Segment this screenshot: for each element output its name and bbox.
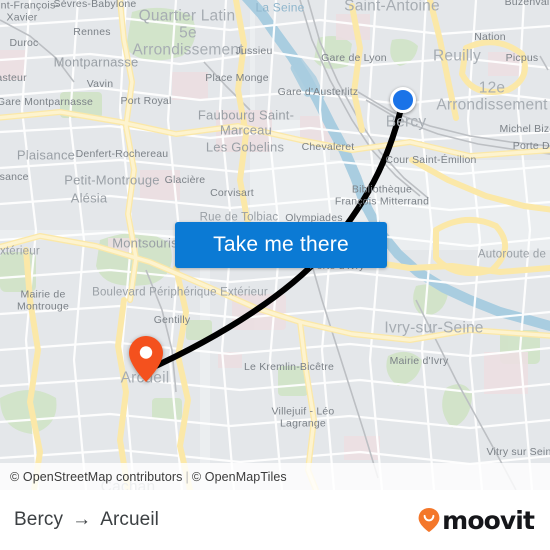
map-canvas[interactable]: Saint-François-XavierSèvres-BabyloneQuar… [0,0,550,490]
moovit-pin-icon [418,508,440,532]
map-page: Saint-François-XavierSèvres-BabyloneQuar… [0,0,550,550]
footer-bar: Bercy → Arcueil moovit [0,490,550,550]
trip-origin: Bercy [14,509,64,530]
attribution-separator: | [185,469,189,484]
attribution-tiles[interactable]: © OpenMapTiles [192,470,287,484]
moovit-logo[interactable]: moovit [418,505,535,535]
trip-summary: Bercy → Arcueil [14,509,159,531]
arrow-icon: → [72,509,92,530]
attribution-osm[interactable]: © OpenStreetMap contributors [10,470,183,484]
origin-marker[interactable] [390,87,416,113]
map-pin-icon [129,336,163,382]
destination-marker[interactable] [129,336,163,382]
trip-destination: Arcueil [100,509,159,530]
map-attribution: © OpenStreetMap contributors | © OpenMap… [0,463,550,490]
take-me-there-button[interactable]: Take me there [175,222,387,268]
moovit-wordmark: moovit [442,505,535,535]
